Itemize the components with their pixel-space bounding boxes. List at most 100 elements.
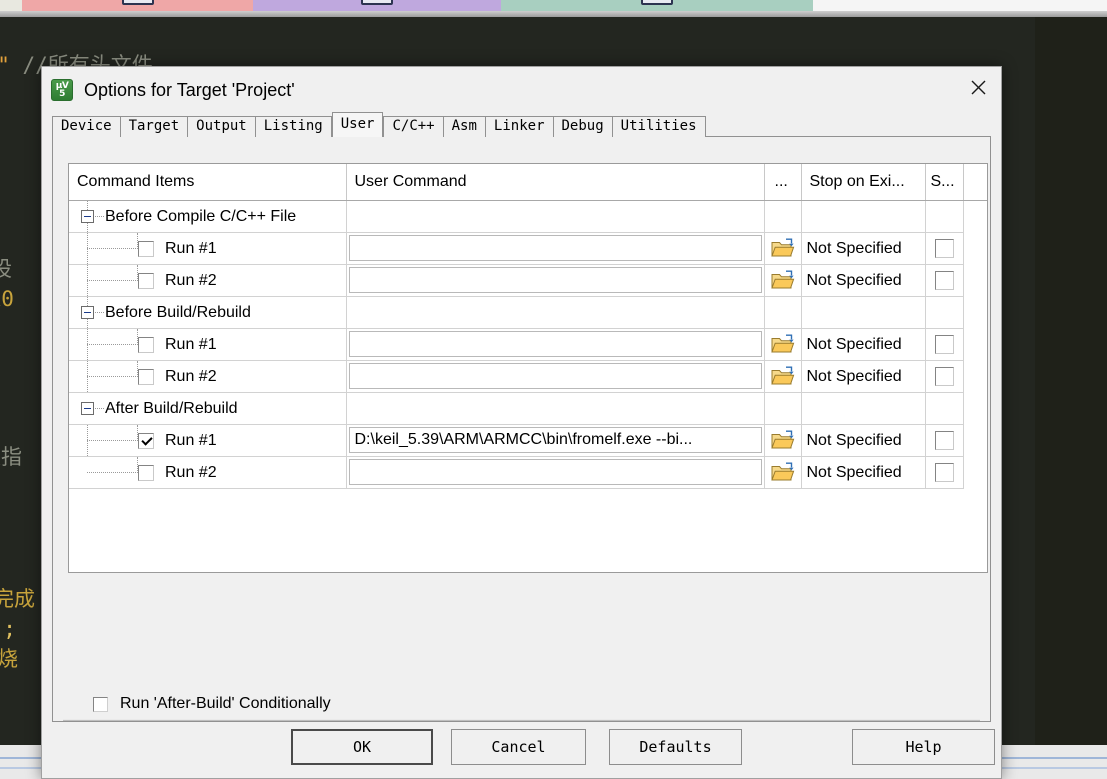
table-row[interactable]: Run #2 Not Specified (69, 456, 987, 489)
s-checkbox[interactable] (934, 270, 954, 290)
s-checkbox[interactable] (934, 462, 954, 482)
cell-browse[interactable] (764, 200, 802, 233)
cell-command-item[interactable]: Run #2 (69, 456, 347, 489)
cell-s[interactable] (925, 296, 964, 329)
cell-stop-on-exit[interactable]: Not Specified (801, 232, 926, 265)
cell-command-item[interactable]: After Build/Rebuild (69, 392, 347, 425)
cell-user-command[interactable] (346, 456, 765, 489)
s-checkbox[interactable] (934, 366, 954, 386)
user-commands-table[interactable]: Command Items User Command ... Stop on E… (68, 163, 988, 573)
run-enable-checkbox[interactable] (138, 432, 154, 449)
run-enable-checkbox[interactable] (138, 464, 154, 481)
s-checkbox[interactable] (934, 430, 954, 450)
open-folder-icon[interactable] (770, 430, 795, 451)
cancel-button[interactable]: Cancel (451, 729, 586, 765)
header-s[interactable]: S... (925, 164, 964, 201)
cell-user-command[interactable] (346, 296, 765, 329)
s-checkbox[interactable] (934, 238, 954, 258)
browser-tab-1[interactable] (22, 0, 253, 11)
cell-user-command[interactable] (346, 264, 765, 297)
cell-stop-on-exit[interactable]: Not Specified (801, 328, 926, 361)
table-row[interactable]: Before Build/Rebuild (69, 296, 987, 329)
table-row[interactable]: Run #2 Not Specified (69, 360, 987, 393)
tree-collapse-icon[interactable] (81, 209, 94, 223)
browser-tab-0[interactable] (0, 0, 22, 11)
ok-button[interactable]: OK (291, 729, 433, 765)
cell-browse[interactable] (764, 424, 802, 457)
tab-utilities[interactable]: Utilities (611, 116, 706, 137)
cell-s[interactable] (925, 360, 964, 393)
browser-tab-3[interactable] (501, 0, 813, 11)
tab-user[interactable]: User (331, 112, 384, 137)
cell-command-item[interactable]: Before Build/Rebuild (69, 296, 347, 329)
stop-on-exit-value[interactable]: Not Specified (802, 265, 925, 296)
cell-stop-on-exit[interactable] (801, 200, 926, 233)
run-enable-checkbox[interactable] (138, 240, 154, 257)
browser-tab-strip[interactable] (0, 0, 1107, 11)
tab-c-c[interactable]: C/C++ (383, 116, 444, 137)
s-checkbox[interactable] (934, 334, 954, 354)
table-row[interactable]: After Build/Rebuild (69, 392, 987, 425)
cell-user-command[interactable] (346, 232, 765, 265)
tab-target[interactable]: Target (119, 116, 189, 137)
header-stop-on-exit[interactable]: Stop on Exi... (801, 164, 926, 201)
browser-tab-4[interactable] (813, 0, 1107, 11)
tab-device[interactable]: Device (52, 116, 121, 137)
cell-stop-on-exit[interactable]: Not Specified (801, 264, 926, 297)
browse-button[interactable] (765, 233, 801, 264)
cell-command-item[interactable]: Run #2 (69, 264, 347, 297)
cell-s[interactable] (925, 392, 964, 425)
table-row[interactable]: Run #1 D:\keil_5.39\ARM\ARMCC\bin\fromelf… (69, 424, 987, 457)
browse-button[interactable] (765, 265, 801, 296)
open-folder-icon[interactable] (770, 238, 795, 259)
close-icon[interactable] (955, 67, 1001, 107)
cell-command-item[interactable]: Run #1 (69, 424, 347, 457)
browse-button[interactable] (765, 329, 801, 360)
cell-stop-on-exit[interactable]: Not Specified (801, 456, 926, 489)
tab-linker[interactable]: Linker (484, 116, 554, 137)
user-command-input[interactable] (348, 363, 762, 389)
cell-s[interactable] (925, 232, 964, 265)
open-folder-icon[interactable] (770, 366, 795, 387)
tab-output[interactable]: Output (187, 116, 256, 137)
open-folder-icon[interactable] (770, 334, 795, 355)
run-enable-checkbox[interactable] (138, 272, 154, 289)
cell-stop-on-exit[interactable] (801, 296, 926, 329)
cell-browse[interactable] (764, 392, 802, 425)
stop-on-exit-value[interactable]: Not Specified (802, 233, 925, 264)
cell-user-command[interactable] (346, 392, 765, 425)
cell-browse[interactable] (764, 328, 802, 361)
run-enable-checkbox[interactable] (138, 336, 154, 353)
cell-s[interactable] (925, 264, 964, 297)
cell-browse[interactable] (764, 360, 802, 393)
header-dots[interactable]: ... (764, 164, 802, 201)
cell-command-item[interactable]: Run #1 (69, 328, 347, 361)
cell-command-item[interactable]: Run #2 (69, 360, 347, 393)
table-row[interactable]: Run #1 Not Specified (69, 232, 987, 265)
user-command-input[interactable]: D:\keil_5.39\ARM\ARMCC\bin\fromelf.exe -… (348, 427, 762, 453)
cell-user-command[interactable] (346, 200, 765, 233)
tree-collapse-icon[interactable] (81, 401, 94, 415)
cell-stop-on-exit[interactable]: Not Specified (801, 424, 926, 457)
browse-button[interactable] (765, 457, 801, 488)
cell-browse[interactable] (764, 456, 802, 489)
cell-s[interactable] (925, 328, 964, 361)
cell-s[interactable] (925, 456, 964, 489)
stop-on-exit-value[interactable]: Not Specified (802, 425, 925, 456)
cell-browse[interactable] (764, 232, 802, 265)
table-row[interactable]: Run #1 Not Specified (69, 328, 987, 361)
tab-listing[interactable]: Listing (254, 116, 332, 137)
header-user-command[interactable]: User Command (346, 164, 765, 201)
table-row[interactable]: Before Compile C/C++ File (69, 200, 987, 233)
table-row[interactable]: Run #2 Not Specified (69, 264, 987, 297)
user-command-input[interactable] (348, 331, 762, 357)
tab-debug[interactable]: Debug (552, 116, 613, 137)
browse-button[interactable] (765, 425, 801, 456)
cell-browse[interactable] (764, 264, 802, 297)
cell-stop-on-exit[interactable]: Not Specified (801, 360, 926, 393)
tree-collapse-icon[interactable] (81, 305, 94, 319)
cell-user-command[interactable] (346, 360, 765, 393)
defaults-button[interactable]: Defaults (609, 729, 742, 765)
run-enable-checkbox[interactable] (138, 368, 154, 385)
header-command-items[interactable]: Command Items (69, 164, 347, 201)
